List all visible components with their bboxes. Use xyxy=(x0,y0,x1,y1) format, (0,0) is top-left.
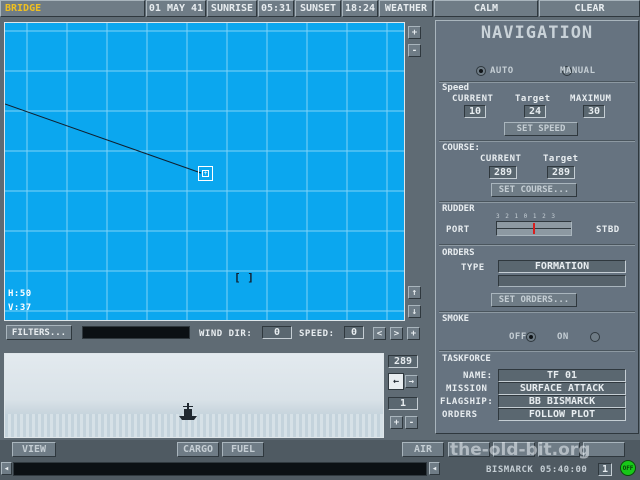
rudder-gauge[interactable] xyxy=(496,221,572,236)
cargo-button[interactable]: CARGO xyxy=(177,442,219,457)
zoom-in-button[interactable]: + xyxy=(408,26,421,39)
auto-radio[interactable] xyxy=(476,66,486,76)
scroll-down-button[interactable]: ↓ xyxy=(408,305,421,318)
smoke-on-label: ON xyxy=(557,332,569,342)
ship-name: BISMARCK xyxy=(486,465,534,475)
speed-title: Speed xyxy=(442,83,470,93)
tf-name-label: NAME: xyxy=(463,371,493,381)
orders-title: ORDERS xyxy=(442,248,475,258)
divider xyxy=(439,350,635,352)
message-scroll-left[interactable]: ◂ xyxy=(1,462,12,475)
rotate-left-button[interactable]: ← xyxy=(388,373,404,390)
view-zoom-in-button[interactable]: + xyxy=(390,416,403,429)
sunset-label: SUNSET xyxy=(295,0,341,17)
ship-marker[interactable]: + xyxy=(198,166,213,181)
manual-label: MANUAL xyxy=(560,66,596,76)
course-target-value: 289 xyxy=(547,166,575,179)
ship-marker-icon: + xyxy=(202,170,209,177)
auto-label: AUTO xyxy=(490,66,514,76)
smoke-off-label: OFF xyxy=(509,332,527,342)
tf-name-value: TF 01 xyxy=(498,369,626,382)
bridge-view xyxy=(4,353,384,438)
zoom-out-button[interactable]: - xyxy=(408,44,421,57)
speed-max-label: MAXIMUM xyxy=(570,94,612,104)
fuel-button[interactable]: FUEL xyxy=(222,442,264,457)
h-readout: H:50 xyxy=(8,289,32,299)
divider xyxy=(439,244,635,246)
tf-orders-label: ORDERS xyxy=(442,410,478,420)
rudder-marker[interactable] xyxy=(533,223,535,234)
course-title: COURSE: xyxy=(442,143,480,153)
view-heading: 289 xyxy=(388,355,418,368)
divider xyxy=(439,140,635,142)
course-current-label: CURRENT xyxy=(480,154,522,164)
wind-dir-label: WIND DIR: xyxy=(199,329,253,339)
wind-dir-value[interactable]: 0 xyxy=(262,326,292,339)
message-log xyxy=(13,462,427,476)
sea-state: CALM xyxy=(434,0,538,17)
speed-target-value: 24 xyxy=(524,105,546,118)
scroll-up-button[interactable]: ↑ xyxy=(408,286,421,299)
view-zoom-out-button[interactable]: - xyxy=(405,416,418,429)
course-target-label: Target xyxy=(543,154,579,164)
set-orders-button[interactable]: SET ORDERS... xyxy=(491,293,577,307)
speed-current-value: 10 xyxy=(464,105,486,118)
weather-label: WEATHER xyxy=(379,0,433,17)
time-compression[interactable]: 1 xyxy=(598,463,612,476)
divider xyxy=(439,311,635,313)
message-scroll-right[interactable]: ◂ xyxy=(429,462,440,475)
location-label: BRIDGE xyxy=(0,0,145,17)
rotate-right-button[interactable]: → xyxy=(405,375,418,388)
v-readout: V:37 xyxy=(8,303,32,313)
wind-speed-value[interactable]: 0 xyxy=(344,326,364,339)
game-clock: 05:40:00 xyxy=(540,465,588,475)
sunrise-label: SUNRISE xyxy=(207,0,257,17)
orders-type-label: TYPE xyxy=(461,263,485,273)
watermark-text: the-old-bit.org xyxy=(450,440,591,460)
tf-flagship-label: FLAGSHIP: xyxy=(440,397,494,407)
speed-label: SPEED: xyxy=(299,329,335,339)
orders-detail-box xyxy=(498,275,626,287)
set-speed-button[interactable]: SET SPEED xyxy=(504,122,578,136)
tactical-map[interactable]: + [ ] H:50 V:37 xyxy=(4,22,405,321)
tf-mission-label: MISSION xyxy=(446,384,488,394)
smoke-off-radio[interactable] xyxy=(526,332,537,342)
navigation-panel: NAVIGATION AUTO MANUAL Speed CURRENT Tar… xyxy=(435,20,639,434)
air-button[interactable]: AIR xyxy=(402,442,444,457)
orders-type-value: FORMATION xyxy=(498,260,626,273)
date-display: 01 MAY 41 xyxy=(146,0,206,17)
set-course-button[interactable]: SET COURSE... xyxy=(491,183,577,197)
sunrise-time: 05:31 xyxy=(258,0,294,17)
time-back-button[interactable]: < xyxy=(373,327,386,340)
rudder-title: RUDDER xyxy=(442,204,475,214)
rudder-port-label: PORT xyxy=(446,225,470,235)
view-page: 1 xyxy=(388,397,418,410)
speed-current-label: CURRENT xyxy=(452,94,494,104)
course-current-value: 289 xyxy=(489,166,517,179)
time-forward-button[interactable]: > xyxy=(390,327,403,340)
sunset-time: 18:24 xyxy=(342,0,378,17)
speed-target-label: Target xyxy=(515,94,551,104)
view-button[interactable]: VIEW xyxy=(12,442,56,457)
smoke-on-radio[interactable] xyxy=(590,332,601,342)
tf-mission-value: SURFACE ATTACK xyxy=(498,382,626,395)
tf-orders-value: FOLLOW PLOT xyxy=(498,408,626,421)
rudder-stbd-label: STBD xyxy=(596,225,620,235)
plotted-course-line xyxy=(5,103,202,174)
rudder-scale: 3 2 1 0 1 2 3 xyxy=(496,213,556,220)
map-cursor-icon: [ ] xyxy=(234,271,254,284)
message-display xyxy=(82,326,190,339)
tf-flagship-value: BB BISMARCK xyxy=(498,395,626,408)
filters-button[interactable]: FILTERS... xyxy=(6,325,72,340)
divider xyxy=(439,201,635,203)
status-light-icon[interactable]: OFF xyxy=(620,460,636,476)
panel-title: NAVIGATION xyxy=(480,23,594,43)
smoke-title: SMOKE xyxy=(442,314,470,324)
speed-max-value: 30 xyxy=(583,105,605,118)
taskforce-title: TASKFORCE xyxy=(442,354,491,364)
sky-state: CLEAR xyxy=(539,0,640,17)
ship-silhouette-icon xyxy=(179,403,197,420)
time-fast-button[interactable]: + xyxy=(407,327,420,340)
